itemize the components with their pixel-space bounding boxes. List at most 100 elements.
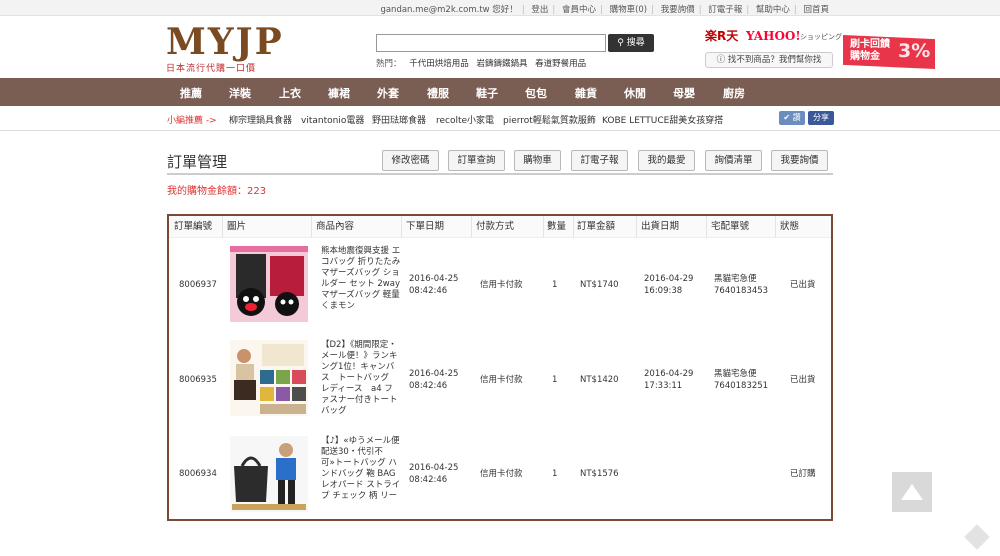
rakuten-logo[interactable]: 楽R天 [705, 27, 738, 44]
hot-label: 熱門： [376, 59, 402, 69]
order-table: 訂單編號 圖片 商品內容 下單日期 付款方式 數量 訂單金額 出貨日期 宅配單號… [167, 214, 833, 521]
nav-item-recommend[interactable]: 推薦 [180, 85, 202, 101]
newsletter-link[interactable]: 訂電子報 [704, 5, 746, 15]
col-divider [706, 216, 707, 238]
product-image[interactable] [230, 340, 308, 416]
col-header-order-date: 下單日期 [406, 221, 445, 232]
tab-favorites[interactable]: 我的最愛 [638, 150, 695, 171]
tab-request-inquiry[interactable]: 我要詢價 [771, 150, 828, 171]
like-button[interactable]: ✔ 讚 [779, 111, 805, 125]
order-date-day: 2016-04-25 [409, 369, 459, 379]
order-date-time: 08:42:46 [409, 286, 448, 296]
search-button[interactable]: ⚲ 搜尋 [608, 34, 654, 52]
nav-item-tops[interactable]: 上衣 [279, 85, 301, 101]
tab-newsletter[interactable]: 訂電子報 [571, 150, 628, 171]
logo-mark: MYJP [166, 21, 284, 63]
product-description[interactable]: 【♪】«ゆうメール便配送30・代引不可»トートバッグ ハンドバッグ 鞄 BAG … [321, 436, 401, 502]
col-header-product: 商品內容 [316, 221, 355, 232]
search-icon: ⚲ [617, 38, 624, 48]
order-id[interactable]: 8006935 [179, 374, 217, 386]
hot-keyword[interactable]: 千代田烘焙用品 [404, 59, 469, 69]
yahoo-logo[interactable]: YAHOO! [746, 29, 801, 43]
ship-date: 2016-04-29 16:09:38 [644, 273, 693, 297]
product-image[interactable] [230, 436, 308, 512]
help-center-link[interactable]: 幫助中心 [752, 5, 794, 15]
table-row: 8006937 熊本地震復興支援 エコバッグ 折りたたみ マザーズバッグ ショル… [169, 240, 831, 335]
editor-pick-link[interactable]: 柳宗理鍋具食器 [229, 113, 292, 126]
quantity: 1 [552, 375, 558, 385]
order-id[interactable]: 8006934 [179, 468, 217, 480]
title-divider [167, 173, 833, 175]
nav-item-coat[interactable]: 外套 [377, 85, 399, 101]
tracking-info: 黑貓宅急便 7640183453 [714, 273, 768, 297]
nav-item-bags[interactable]: 包包 [525, 85, 547, 101]
editor-pick-link[interactable]: vitantonio電器 [301, 113, 364, 126]
canvas-tote-thumbnail [230, 340, 308, 416]
site-logo[interactable]: MYJP 日本流行代購一口價 [166, 21, 286, 74]
like-label: 讚 [792, 113, 801, 122]
tracking-number[interactable]: 7640183453 [714, 285, 768, 297]
card-rebate-banner[interactable]: 刷卡回饋 購物金 3% [843, 35, 935, 69]
nav-item-pants[interactable]: 褲裙 [328, 85, 350, 101]
main-nav: 推薦 洋裝 上衣 褲裙 外套 禮服 鞋子 包包 雜貨 休閒 母嬰 廚房 [0, 78, 1000, 106]
corner-badge-icon[interactable] [964, 524, 990, 550]
carrier-name: 黑貓宅急便 [714, 369, 757, 379]
table-row: 8006934 【♪】«ゆうメール便配送30・代引不可»トートバッグ ハンドバッ… [169, 428, 831, 523]
back-to-top-button[interactable] [892, 472, 932, 512]
search-box: ⚲ 搜尋 [376, 34, 654, 52]
product-image[interactable] [230, 246, 308, 322]
order-date-time: 08:42:46 [409, 381, 448, 391]
order-amount: NT$1576 [580, 469, 619, 479]
tab-change-password[interactable]: 修改密碼 [382, 150, 439, 171]
yahoo-shopping-label: ショッピング [800, 33, 842, 41]
home-link[interactable]: 回首頁 [799, 5, 833, 15]
user-greeting: gandan.me@m2k.com.tw 您好！ [380, 5, 518, 15]
tab-order-query[interactable]: 訂單查詢 [448, 150, 505, 171]
editor-pick-link[interactable]: recolte小家電 [436, 113, 494, 126]
share-button[interactable]: 分享 [808, 111, 834, 125]
order-date: 2016-04-25 08:42:46 [409, 273, 458, 297]
tracking-number[interactable]: 7640183251 [714, 380, 768, 392]
col-header-qty: 數量 [547, 221, 567, 232]
nav-item-shoes[interactable]: 鞋子 [476, 85, 498, 101]
member-center-link[interactable]: 會員中心 [558, 5, 600, 15]
col-header-amount: 訂單金額 [577, 221, 616, 232]
editor-pick-link[interactable]: 野田琺瑯食器 [372, 113, 426, 126]
tab-inquiry-list[interactable]: 詢價清單 [705, 150, 762, 171]
order-date-day: 2016-04-25 [409, 463, 459, 473]
search-input[interactable] [376, 34, 606, 52]
tab-cart[interactable]: 購物車 [514, 150, 561, 171]
product-description[interactable]: 熊本地震復興支援 エコバッグ 折りたたみ マザーズバッグ ショルダー セット 2… [321, 246, 401, 312]
nav-item-dress[interactable]: 洋裝 [229, 85, 251, 101]
col-header-payment: 付款方式 [476, 221, 515, 232]
order-date-time: 08:42:46 [409, 475, 448, 485]
col-divider [222, 216, 223, 238]
product-description[interactable]: 【D2】《期間限定・メール便！》ランキング1位！キャンバス トートバッグ レディ… [321, 340, 401, 417]
inquiry-link[interactable]: 我要詢價 [657, 5, 699, 15]
credit-balance: 我的購物金餘額：223 [167, 186, 267, 197]
logout-link[interactable]: 登出 [527, 5, 552, 15]
quantity: 1 [552, 280, 558, 290]
order-id[interactable]: 8006937 [179, 279, 217, 291]
cart-link[interactable]: 購物車(0) [606, 5, 652, 15]
col-divider [573, 216, 574, 238]
hot-keyword[interactable]: 岩鑄鑄鐵鍋具 [471, 59, 527, 69]
order-amount: NT$1740 [580, 280, 619, 290]
hot-keyword[interactable]: 春道野餐用品 [530, 59, 586, 69]
tracking-info: 黑貓宅急便 7640183251 [714, 368, 768, 392]
top-links: gandan.me@m2k.com.tw 您好！ | 登出 | 會員中心 | 購物車(… [376, 3, 833, 15]
order-status: 已出貨 [790, 280, 816, 290]
nav-item-baby[interactable]: 母嬰 [673, 85, 695, 101]
promo-line2: 購物金 [850, 51, 880, 62]
nav-item-kitchen[interactable]: 廚房 [723, 85, 745, 101]
nav-item-goods[interactable]: 雜貨 [575, 85, 597, 101]
carrier-name: 黑貓宅急便 [714, 274, 757, 284]
find-product-button[interactable]: ⓘ 找不到商品？我們幫你找 [705, 52, 833, 68]
editor-pick-link[interactable]: KOBE LETTUCE甜美女孩穿搭 [602, 113, 723, 126]
editor-pick-link[interactable]: pierrot輕鬆氣質款服飾 [503, 113, 596, 126]
nav-item-formal[interactable]: 禮服 [427, 85, 449, 101]
search-button-label: 搜尋 [626, 38, 645, 48]
ship-date-day: 2016-04-29 [644, 274, 694, 284]
find-product-label: 找不到商品？我們幫你找 [727, 55, 822, 65]
nav-item-casual[interactable]: 休閒 [624, 85, 646, 101]
